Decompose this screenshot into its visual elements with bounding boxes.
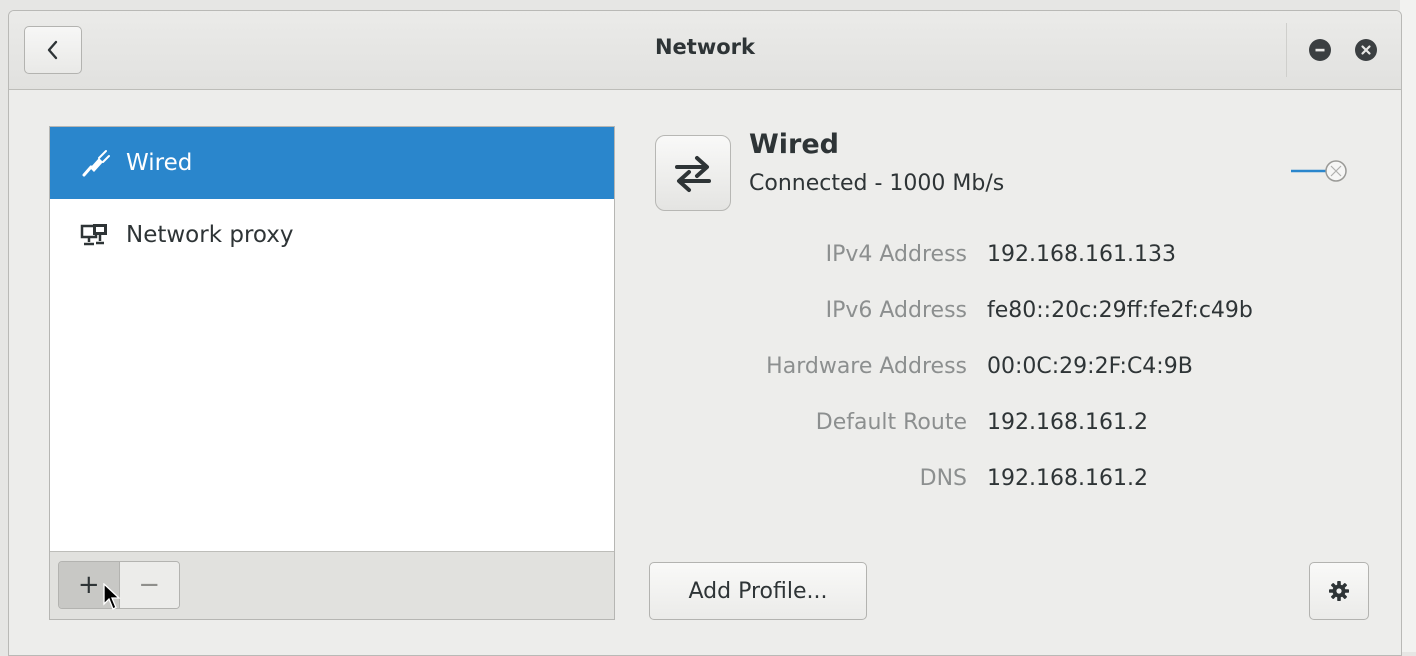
close-icon [1361,45,1371,55]
detail-row-ipv6: IPv6 Address fe80::20c:29ff:fe2f:c49b [569,298,1369,332]
connection-name: Wired [749,129,839,160]
detail-value: 192.168.161.2 [987,466,1148,491]
sidebar-item-label: Network proxy [126,222,294,248]
close-button[interactable] [1355,39,1377,61]
minimize-button[interactable] [1309,39,1331,61]
window-title: Network [654,35,755,59]
wired-connection-icon [655,135,731,211]
add-profile-button[interactable]: Add Profile... [649,562,867,620]
desktop-background [1400,0,1416,652]
wired-plug-icon [78,148,112,178]
header-bar: Network [9,11,1401,90]
sidebar-item-network-proxy[interactable]: Network proxy [50,199,614,271]
add-remove-button-group: + − [58,561,180,609]
connection-toggle-switch[interactable] [1291,157,1351,185]
detail-label: IPv6 Address [825,298,967,323]
detail-value: 192.168.161.133 [987,242,1176,267]
connection-status: Connected - 1000 Mb/s [749,171,1005,196]
connection-list: Wired Network proxy + − [49,126,615,620]
connection-settings-button[interactable] [1309,562,1369,620]
network-settings-window: Network Wired Network proxy + − Wired Co… [8,10,1402,656]
detail-label: Hardware Address [766,354,967,379]
minimize-icon [1315,48,1325,52]
detail-label: Default Route [815,410,967,435]
detail-row-ipv4: IPv4 Address 192.168.161.133 [569,242,1369,276]
add-connection-button[interactable]: + [59,562,120,608]
network-proxy-icon [78,220,112,250]
detail-row-hardware-address: Hardware Address 00:0C:29:2F:C4:9B [569,354,1369,388]
detail-row-dns: DNS 192.168.161.2 [569,466,1369,500]
sidebar-item-label: Wired [126,150,193,176]
detail-value: fe80::20c:29ff:fe2f:c49b [987,298,1253,323]
detail-label: DNS [919,466,967,491]
header-separator [1286,23,1287,77]
detail-label: IPv4 Address [825,242,967,267]
remove-connection-button[interactable]: − [119,562,179,608]
sidebar-toolbar: + − [50,551,614,619]
detail-value: 192.168.161.2 [987,410,1148,435]
detail-row-default-route: Default Route 192.168.161.2 [569,410,1369,444]
detail-value: 00:0C:29:2F:C4:9B [987,354,1193,379]
gear-icon [1329,581,1349,601]
sidebar-item-wired[interactable]: Wired [50,127,614,199]
